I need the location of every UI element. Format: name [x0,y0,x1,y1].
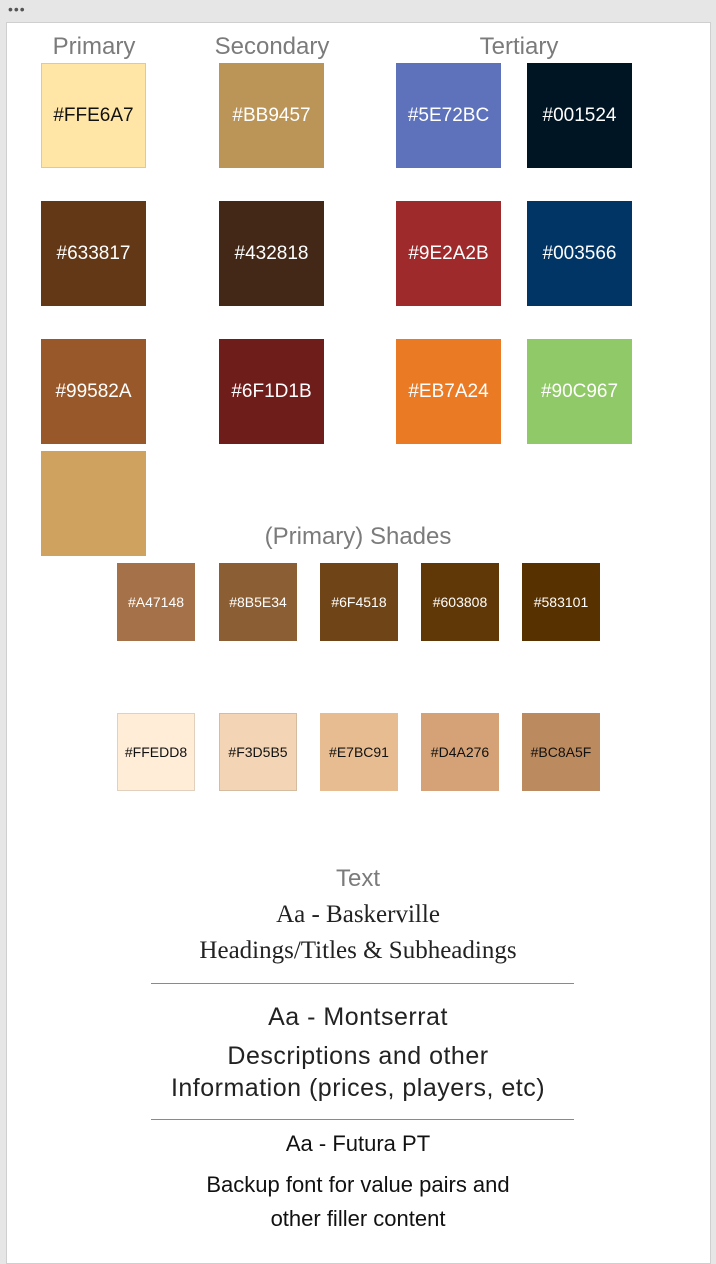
font-sample-montserrat-desc-1: Descriptions and other [227,1042,489,1070]
swatch-tertiary-2: #001524 [527,63,632,168]
font-sample-futura-title: Aa - Futura PT [285,1131,431,1156]
swatch-label: #FFEDD8 [124,744,188,760]
swatch-primary-2: #633817 [41,201,146,306]
swatch-secondary-3: #6F1D1B [219,339,324,444]
swatch-shade-light-5: #BC8A5F [522,713,600,791]
font-sample-montserrat-title: Aa - Montserrat [268,1003,448,1031]
swatch-label: #603808 [432,594,488,610]
swatch-shade-dark-5: #583101 [522,563,600,641]
swatch-tertiary-6: #90C967 [527,339,632,444]
swatch-shade-light-4: #D4A276 [421,713,499,791]
swatch-tertiary-4: #003566 [527,201,632,306]
swatch-label: #001524 [542,104,617,126]
font-sample-baskerville-title: Aa - Baskerville [276,901,440,928]
swatch-label: #FFE6A7 [53,104,134,126]
swatch-label: #BC8A5F [530,744,592,760]
swatch-shade-light-1: #FFEDD8 [117,713,195,791]
heading-tertiary: Tertiary [479,33,559,60]
swatch-primary-4 [41,451,146,556]
swatch-shade-dark-2: #8B5E34 [219,563,297,641]
swatch-shade-dark-4: #603808 [421,563,499,641]
swatch-tertiary-5: #EB7A24 [396,339,501,444]
font-sample-futura-desc-2: other filler content [270,1206,446,1231]
heading-shades: (Primary) Shades [264,523,452,550]
swatch-shade-light-2: #F3D5B5 [219,713,297,791]
swatch-secondary-2: #432818 [219,201,324,306]
heading-primary: Primary [52,33,136,60]
swatch-label: #6F4518 [331,594,387,610]
heading-text: Text [335,865,380,892]
divider [151,983,574,984]
swatch-label: #E7BC91 [329,744,389,760]
swatch-tertiary-3: #9E2A2B [396,201,501,306]
swatch-label: #003566 [542,242,617,264]
swatch-label: #99582A [55,380,132,402]
divider [151,1119,574,1120]
swatch-label: #BB9457 [232,104,311,126]
swatch-label: #F3D5B5 [228,744,288,760]
swatch-label: #EB7A24 [408,380,489,402]
swatch-shade-dark-1: #A47148 [117,563,195,641]
swatch-label: #583101 [533,594,589,610]
swatch-label: #8B5E34 [229,594,287,610]
swatch-primary-1: #FFE6A7 [41,63,146,168]
swatch-label: #A47148 [127,594,185,610]
font-sample-montserrat-desc-2: Information (prices, players, etc) [170,1074,546,1102]
swatch-tertiary-1: #5E72BC [396,63,501,168]
heading-secondary: Secondary [214,33,330,60]
swatch-label: #D4A276 [430,744,490,760]
swatch-shade-dark-3: #6F4518 [320,563,398,641]
font-sample-futura-desc-1: Backup font for value pairs and [206,1172,510,1197]
swatch-shade-light-3: #E7BC91 [320,713,398,791]
ellipsis-icon[interactable]: ••• [8,2,26,16]
swatch-label: #90C967 [540,380,619,402]
swatch-label: #6F1D1B [231,380,312,402]
font-sample-baskerville-desc: Headings/Titles & Subheadings [199,937,517,964]
swatch-secondary-1: #BB9457 [219,63,324,168]
swatch-label: #9E2A2B [408,242,489,264]
swatch-primary-3: #99582A [41,339,146,444]
swatch-label: #432818 [234,242,309,264]
window-top-bar: ••• [0,0,716,22]
swatch-label: #5E72BC [407,104,490,126]
swatch-label: #633817 [56,242,131,264]
